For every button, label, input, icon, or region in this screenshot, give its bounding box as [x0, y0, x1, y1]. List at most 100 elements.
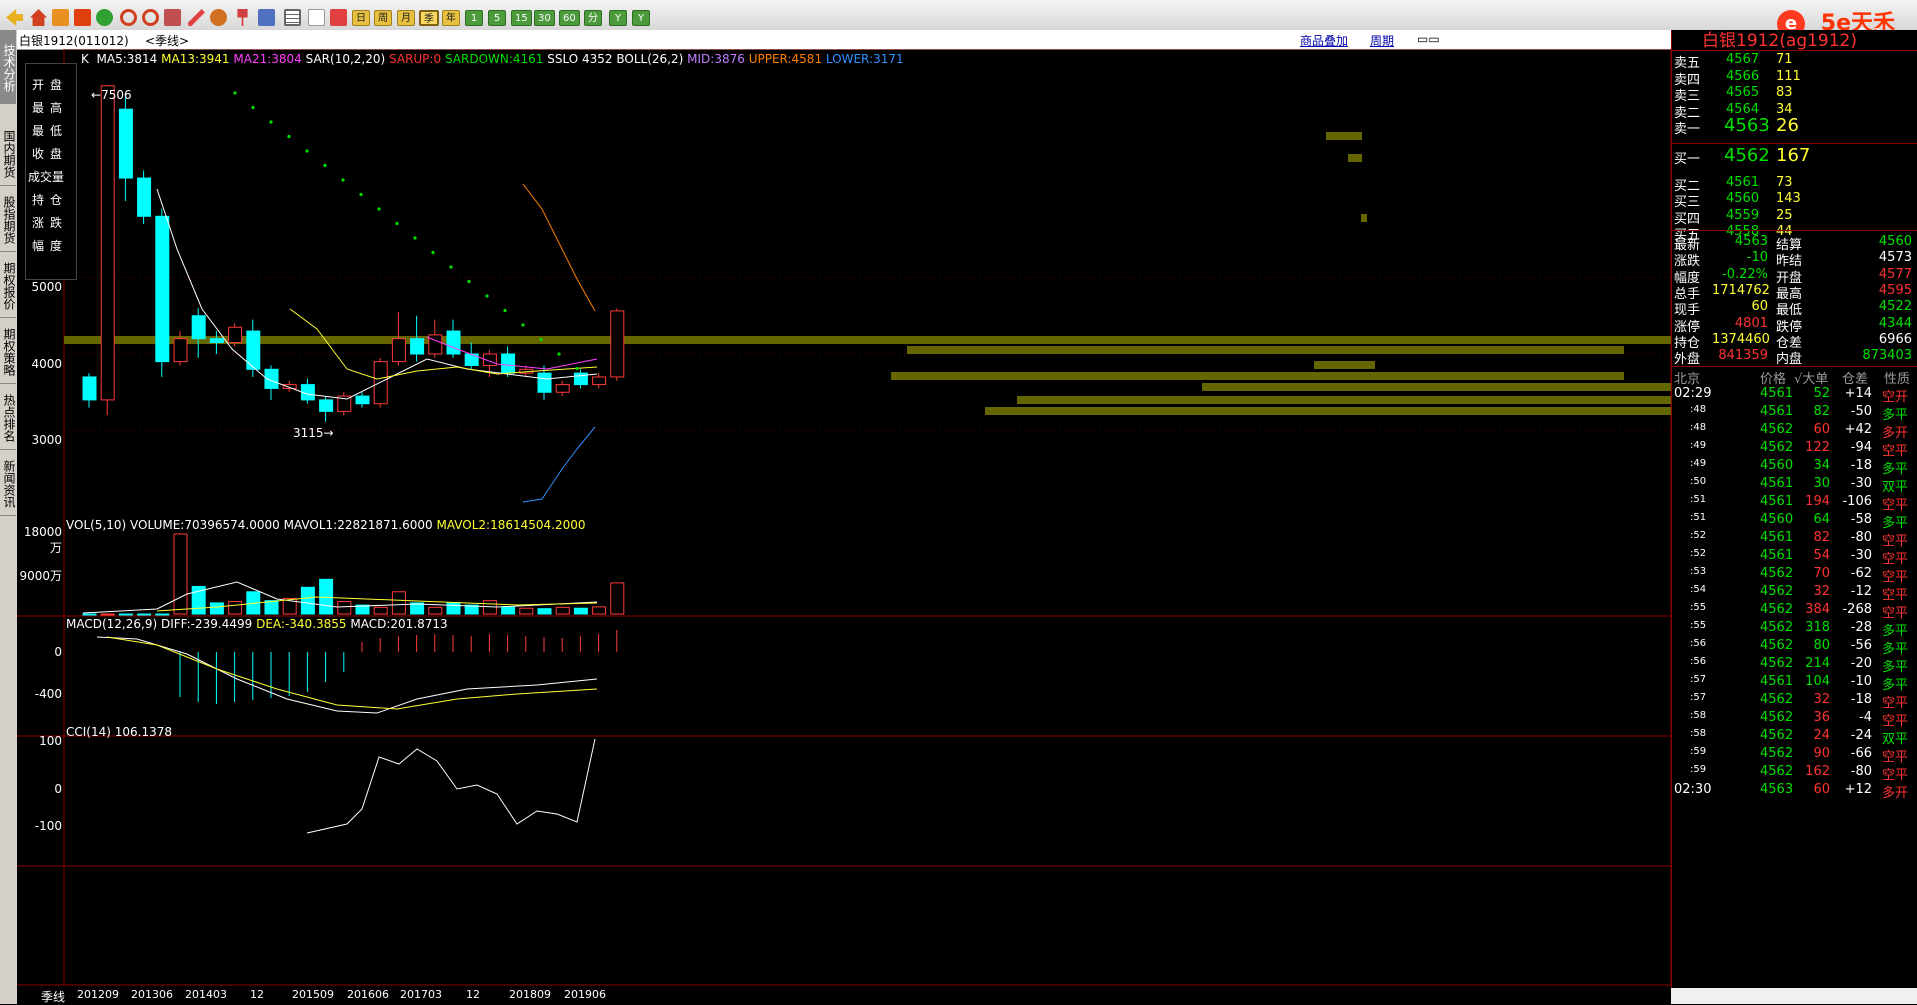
layout-icon[interactable]: [164, 9, 181, 26]
period-quarter-button[interactable]: 季: [419, 10, 439, 26]
macd-tick-0: 0: [54, 645, 62, 659]
tick-price: 4562: [1760, 746, 1794, 761]
chart-area[interactable]: 白银1912(011012) <季线> 商品叠加 周期 ▭▭ K MA5:381…: [17, 30, 1671, 1004]
high-price-value: 7506: [101, 88, 132, 102]
stat-value: 1714762: [1712, 282, 1770, 298]
tab-domestic-futures[interactable]: 国内期货: [0, 120, 16, 186]
tick-row: :53 4562 70 -62 空平: [1672, 564, 1917, 585]
pin-icon[interactable]: [237, 9, 248, 26]
palette-icon[interactable]: [210, 9, 227, 26]
stat-value: 1374460: [1712, 331, 1770, 347]
candle-body: [319, 399, 334, 412]
tick-time: :58: [1690, 728, 1707, 739]
cci-title: CCI(14): [66, 725, 111, 739]
period-year-button[interactable]: 年: [442, 10, 460, 26]
boll-upper-line: [522, 183, 596, 312]
pen-icon[interactable]: [188, 9, 205, 26]
period-week-button[interactable]: 周: [374, 10, 392, 26]
high-price-marker: ←7506: [91, 88, 132, 102]
tab-options-strategy[interactable]: 期权策略: [0, 318, 16, 384]
tick-volume: 60: [1813, 422, 1830, 437]
candle-body: [501, 353, 516, 374]
volume-bar: [446, 602, 461, 615]
period-link[interactable]: 周期: [1370, 32, 1394, 49]
quote-panel: 白银1912(ag1912) 卖五 4567 71 卖四 4566 111 卖三 4565 83…: [1671, 30, 1917, 1004]
tick-oi: -50: [1850, 404, 1872, 419]
tab-hot-ranking[interactable]: 热点排名: [0, 384, 16, 450]
volume-bar: [264, 600, 279, 615]
tick-price: 4560: [1760, 512, 1794, 527]
overlay-link[interactable]: 商品叠加: [1300, 32, 1348, 49]
period-1min-button[interactable]: 1: [465, 10, 483, 26]
tick-time: :50: [1690, 476, 1707, 487]
line-chart-icon[interactable]: [308, 9, 325, 26]
volume-profile-bar: [1348, 154, 1362, 162]
volume-bar: [555, 606, 570, 615]
window-controls-icon[interactable]: ▭▭: [1417, 32, 1440, 46]
period-60min-button[interactable]: 60: [559, 10, 580, 26]
x-axis-tick: 201403: [185, 988, 227, 1001]
tick-time: :59: [1690, 764, 1707, 775]
indicator-lines: [82, 91, 625, 834]
period-15min-button[interactable]: 15: [511, 10, 532, 26]
period-month-button[interactable]: 月: [397, 10, 415, 26]
ask-row[interactable]: 卖一 4563 26: [1672, 115, 1917, 137]
low-price-value: 3115: [293, 426, 324, 440]
sar-dot: [521, 323, 525, 327]
tab-news[interactable]: 新闻资讯: [0, 450, 16, 516]
tick-volume: 384: [1805, 602, 1830, 617]
candle-body: [537, 372, 552, 393]
tick-price: 4562: [1760, 692, 1794, 707]
bid-row[interactable]: 买一 4562 167: [1672, 145, 1917, 167]
tick-volume: 104: [1805, 674, 1830, 689]
sar-label: SAR(10,2,20): [305, 52, 386, 66]
indicator-icon[interactable]: [330, 9, 347, 26]
ohlc-label-high: 最高: [32, 101, 69, 115]
tick-price: 4561: [1760, 674, 1794, 689]
zoom-out-icon[interactable]: [142, 9, 159, 26]
tick-price: 4562: [1760, 422, 1794, 437]
period-30min-button[interactable]: 30: [534, 10, 555, 26]
boll-lower-line: [522, 426, 596, 503]
sar-dot: [269, 120, 273, 124]
futures-icon[interactable]: [74, 9, 91, 26]
tab-options-quote[interactable]: 期权报价: [0, 252, 16, 318]
tab-technical-analysis[interactable]: 技术分析: [0, 30, 16, 104]
tools-icon[interactable]: [258, 9, 275, 26]
tick-time: 02:30: [1674, 782, 1712, 797]
tick-volume: 54: [1813, 548, 1830, 563]
tab-index-futures[interactable]: 股指期货: [0, 186, 16, 252]
macd-diff-line: [96, 636, 598, 714]
tick-time: :52: [1690, 548, 1707, 559]
period-day-button[interactable]: 日: [352, 10, 370, 26]
tick-oi: -30: [1850, 476, 1872, 491]
back-icon[interactable]: [6, 9, 23, 26]
period-y-button[interactable]: Y: [632, 10, 650, 26]
tick-price: 4562: [1760, 656, 1794, 671]
period-minute-button[interactable]: 分: [584, 10, 602, 26]
table-icon[interactable]: [284, 9, 301, 26]
tick-oi: -56: [1850, 638, 1872, 653]
stat-value: 4595: [1878, 282, 1912, 298]
bid-price: 4559: [1726, 207, 1760, 223]
volume-bar: [337, 601, 352, 615]
folder-icon[interactable]: [52, 9, 69, 26]
price-tick-4000: 4000: [31, 357, 62, 371]
tick-price: 4561: [1760, 386, 1794, 401]
sardown-label: SARDOWN:4161: [444, 52, 544, 66]
zoom-in-icon[interactable]: [120, 9, 137, 26]
refresh-icon[interactable]: [96, 9, 113, 26]
period-custom-button[interactable]: Y: [609, 10, 627, 26]
boll-upper-label: UPPER:4581: [748, 52, 823, 66]
low-price-marker: 3115→: [293, 426, 334, 440]
tick-volume: 82: [1813, 404, 1830, 419]
home-icon[interactable]: [30, 9, 47, 26]
tick-oi: -106: [1842, 494, 1872, 509]
tick-volume: 70: [1813, 566, 1830, 581]
period-5min-button[interactable]: 5: [488, 10, 506, 26]
sar-dot: [467, 279, 471, 284]
sar-dot: [503, 308, 507, 313]
tick-row: :49 4562 122 -94 空平: [1672, 438, 1917, 459]
tick-oi: -10: [1850, 674, 1872, 689]
tick-price: 4561: [1760, 548, 1794, 563]
